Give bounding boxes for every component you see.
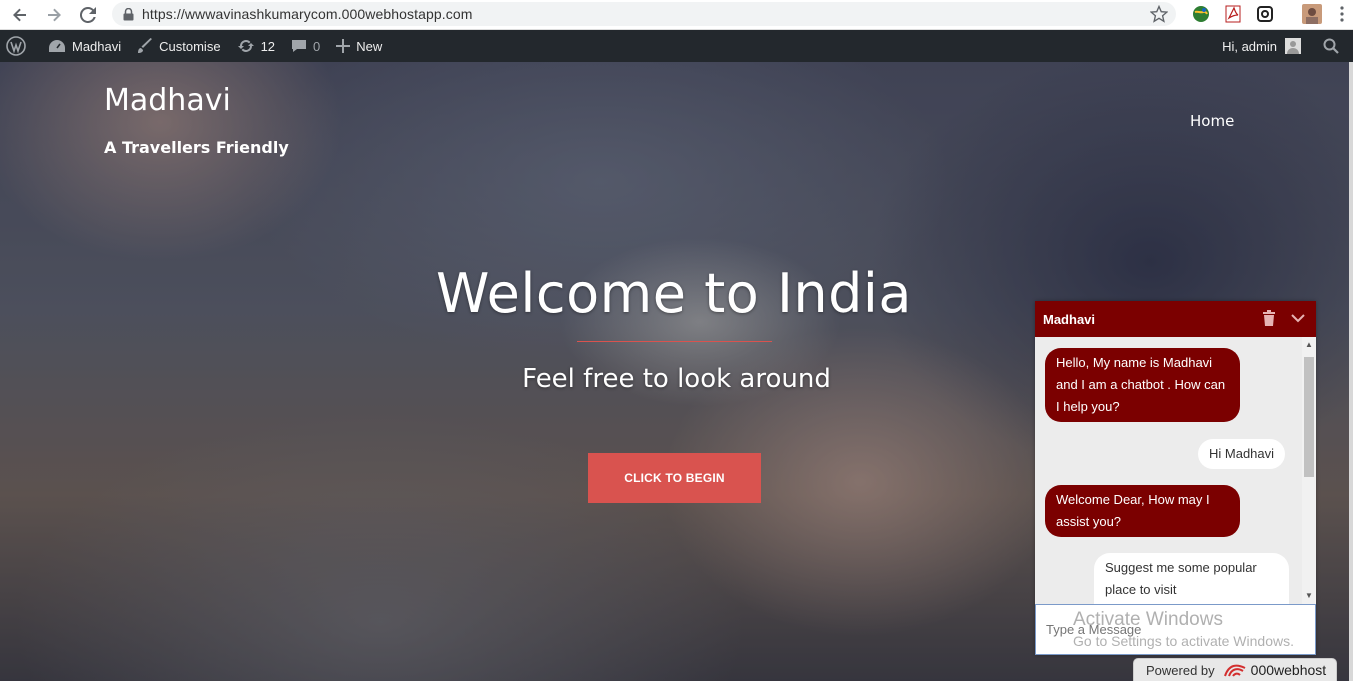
updates-icon [237,40,254,52]
profile-avatar[interactable] [1301,3,1323,25]
browser-toolbar: https://wwwavinashkumarycom.000webhostap… [0,0,1353,30]
address-bar[interactable]: https://wwwavinashkumarycom.000webhostap… [112,2,1176,26]
wp-admin-bar: Madhavi Customise 12 0 New Hi, admin [0,30,1353,62]
reload-icon[interactable] [74,3,102,27]
pdf-extension-icon[interactable] [1222,3,1244,25]
chat-scrollbar[interactable]: ▲ ▼ [1302,337,1316,604]
chat-message-bot: Hello, My name is Madhavi and I am a cha… [1045,348,1240,422]
back-icon[interactable] [6,3,34,27]
adminbar-new[interactable]: New [328,30,390,62]
adminbar-updates[interactable]: 12 [229,30,283,62]
lock-icon [120,6,136,22]
powered-by-badge[interactable]: Powered by 000webhost [1133,658,1337,681]
chat-header-name: Madhavi [1043,311,1096,327]
site-description: A Travellers Friendly [104,138,289,157]
site-title[interactable]: Madhavi [104,83,231,118]
click-to-begin-button[interactable]: CLICK TO BEGIN [588,453,761,503]
page-scrollbar[interactable] [1349,62,1353,681]
powered-by-label: Powered by [1146,662,1215,678]
scroll-up-icon[interactable]: ▲ [1305,341,1313,349]
adminbar-search-icon[interactable] [1315,30,1353,62]
adminbar-site-name[interactable]: Madhavi [40,30,129,62]
url-text: https://wwwavinashkumarycom.000webhostap… [142,6,473,22]
chatbot-widget: Madhavi Hello, My name is Madhavi and I … [1035,301,1316,655]
chevron-down-icon[interactable] [1290,310,1306,331]
user-avatar-icon [1285,38,1301,54]
chat-header[interactable]: Madhavi [1035,301,1316,337]
adminbar-customise[interactable]: Customise [129,30,228,62]
chrome-menu-icon[interactable] [1331,3,1353,25]
brush-icon [138,38,153,53]
trash-icon[interactable] [1262,310,1276,331]
chat-message-user: Hi Madhavi [1198,439,1286,469]
plus-icon [336,39,351,53]
webhost-logo: 000webhost [1223,662,1326,678]
wordpress-logo-icon[interactable] [0,30,40,62]
scroll-down-icon[interactable]: ▼ [1305,592,1313,600]
chat-message-bot: Welcome Dear, How may I assist you? [1045,485,1240,537]
comment-icon [292,40,307,52]
chat-input-box[interactable] [1035,604,1316,655]
chat-messages[interactable]: Hello, My name is Madhavi and I am a cha… [1035,337,1316,604]
dashboard-icon [49,40,65,52]
hero-divider [577,341,772,342]
star-icon[interactable] [1149,4,1169,23]
webhost-logo-icon [1223,664,1246,677]
link-extension-icon[interactable] [1254,3,1276,25]
chat-message-user: Suggest me some popular place to visit [1094,553,1289,604]
chat-scroll-thumb[interactable] [1304,357,1314,477]
adminbar-comments[interactable]: 0 [283,30,328,62]
forward-icon[interactable] [40,3,68,27]
nav-item-home[interactable]: Home [1190,112,1234,130]
adminbar-account[interactable]: Hi, admin [1214,30,1315,62]
chat-message-input[interactable] [1036,605,1315,654]
globe-extension-icon[interactable] [1190,3,1212,25]
